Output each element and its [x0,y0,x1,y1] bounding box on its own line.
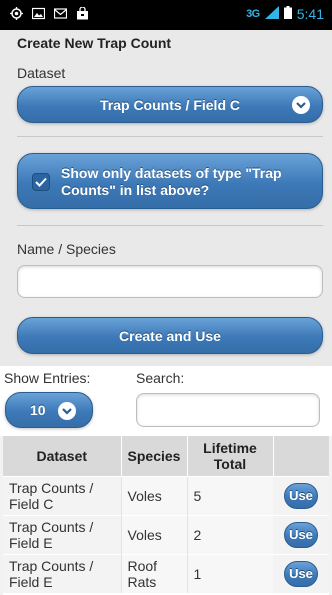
clock: 5:41 [296,6,324,22]
name-species-input[interactable] [17,265,323,298]
chevron-down-icon [58,402,76,420]
dataset-select-value: Trap Counts / Field C [99,96,240,113]
trap-count-table: Dataset Species Lifetime Total Trap Coun… [3,436,329,595]
cell-species: Voles [120,475,187,515]
table-row: Trap Counts / Field C Voles 5 Use [3,475,329,515]
status-bar: 3G 5:41 [0,0,332,30]
cell-dataset: Trap Counts / Field C [3,475,121,515]
filter-checkbox-label: Show only datasets of type "Trap Counts"… [61,165,282,198]
use-button[interactable]: Use [284,560,318,587]
checkmark-icon [32,173,50,191]
network-type: 3G [246,8,260,20]
cell-species: Voles [120,514,187,554]
cell-species: Roof Rats [120,553,187,593]
table-header: Dataset Species Lifetime Total [3,436,329,476]
search-label: Search: [136,370,185,386]
filter-datasets-checkbox[interactable]: Show only datasets of type "Trap Counts"… [17,153,323,209]
column-header-species[interactable]: Species [121,436,188,476]
create-and-use-label: Create and Use [119,327,221,344]
dataset-label: Dataset [17,65,66,81]
column-header-dataset[interactable]: Dataset [3,436,122,476]
show-entries-select[interactable]: 10 [5,392,93,428]
dataset-select[interactable]: Trap Counts / Field C [17,86,323,123]
column-header-action [273,436,329,476]
divider [17,225,323,226]
table-controls: Show Entries: Search: 10 [0,366,332,436]
use-button[interactable]: Use [284,482,318,509]
show-entries-label: Show Entries: [4,370,91,386]
cell-dataset: Trap Counts / Field E [3,553,121,593]
entries-value: 10 [30,402,46,418]
column-header-lifetime-total[interactable]: Lifetime Total [187,436,274,476]
create-and-use-button[interactable]: Create and Use [17,317,323,354]
table-row: Trap Counts / Field E Roof Rats 1 Use [3,553,329,593]
cell-dataset: Trap Counts / Field E [3,514,121,554]
signal-icon [264,6,279,22]
cell-lifetime-total: 5 [186,475,273,515]
gps-icon [10,7,23,20]
divider [17,136,323,137]
chevron-down-icon [292,96,310,114]
bag-icon [76,6,89,20]
gmail-icon [53,7,68,20]
image-icon [31,7,46,20]
create-trap-count-panel: Create New Trap Count Dataset Trap Count… [0,30,332,366]
table-row: Trap Counts / Field E Voles 2 Use [3,514,329,554]
search-input[interactable] [136,393,320,427]
battery-icon [283,6,292,22]
use-button[interactable]: Use [284,521,318,548]
notification-icons [10,6,89,20]
name-species-label: Name / Species [17,241,116,257]
cell-lifetime-total: 2 [186,514,273,554]
cell-lifetime-total: 1 [186,553,273,593]
system-status: 3G 5:41 [246,6,324,22]
page-title: Create New Trap Count [17,35,172,51]
